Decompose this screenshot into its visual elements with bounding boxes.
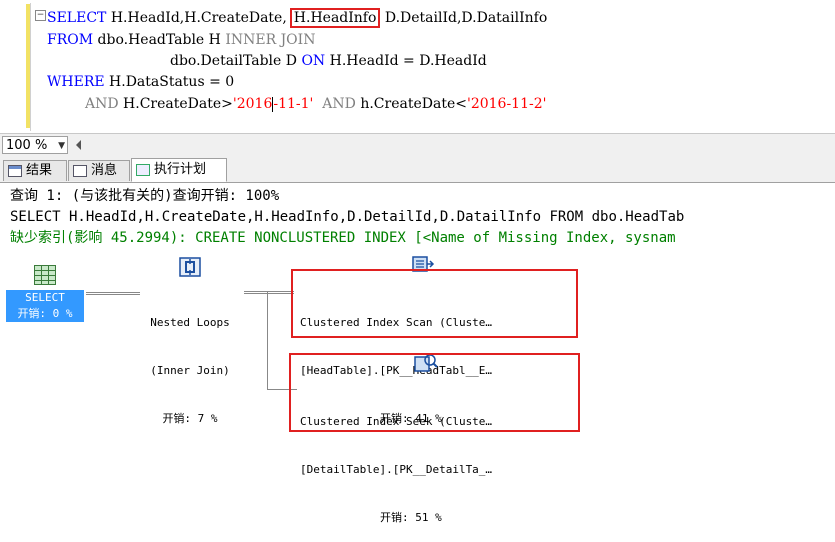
sql-keyword: SELECT (47, 10, 107, 26)
query-sql-text: SELECT H.HeadId,H.CreateDate,H.HeadInfo,… (10, 209, 685, 225)
results-grid-icon (8, 165, 22, 177)
tab-label: 执行计划 (154, 162, 207, 177)
sql-text: H.CreateDate> (118, 96, 233, 112)
plan-node-nested-loops[interactable]: Nested Loops (Inner Join) 开销: 7 % (130, 283, 250, 443)
sql-keyword: INNER JOIN (225, 32, 316, 48)
sql-text: H.DataStatus = 0 (104, 74, 235, 90)
sql-keyword: AND (85, 96, 119, 112)
results-tabs: 结果 消息 执行计划 (0, 158, 835, 183)
highlighted-column: H.HeadInfo (289, 8, 381, 28)
flow-connector (267, 292, 269, 390)
sql-text: D.DetailId,D.DatailInfo (380, 10, 548, 26)
tab-messages[interactable]: 消息 (68, 160, 130, 181)
missing-index-hint[interactable]: 缺少索引(影响 45.2994): CREATE NONCLUSTERED IN… (10, 228, 676, 248)
node-title: Clustered Index Seek (Cluste… (300, 415, 493, 428)
editor-status-bar: 100 % ▼ (0, 133, 835, 159)
tab-execution-plan[interactable]: 执行计划 (131, 158, 227, 182)
execution-plan-icon (136, 164, 150, 176)
zoom-value: 100 % (6, 138, 48, 153)
code-line-1: SELECT H.HeadId,H.CreateDate, H.HeadInfo … (47, 8, 547, 28)
tab-label: 结果 (26, 163, 53, 178)
node-cost: 开销: 51 % (380, 511, 442, 524)
sql-text: dbo.HeadTable H (93, 32, 226, 48)
zoom-select[interactable]: 100 % ▼ (2, 136, 68, 154)
outline-line (30, 3, 31, 131)
code-line-5: AND H.CreateDate>'2016-11-1' AND h.Creat… (85, 94, 546, 114)
plan-node-select[interactable]: SELECT 开销: 0 % (6, 290, 84, 322)
node-subtitle: (Inner Join) (150, 364, 230, 377)
sql-string: '2016-11-2' (466, 96, 547, 112)
sql-string: -11-1' (273, 96, 314, 112)
sql-text: h.CreateDate< (355, 96, 467, 112)
messages-icon (73, 165, 87, 177)
code-line-2: FROM dbo.HeadTable H INNER JOIN (47, 30, 315, 50)
scroll-left-icon[interactable] (76, 140, 81, 150)
node-title: Clustered Index Scan (Cluste… (300, 316, 493, 329)
collapse-icon[interactable]: − (35, 10, 46, 21)
node-title: SELECT (25, 291, 65, 304)
sql-text: H.HeadId,H.CreateDate, (106, 10, 287, 26)
node-title: Nested Loops (150, 316, 230, 329)
chevron-down-icon[interactable]: ▼ (58, 137, 65, 155)
select-table-icon[interactable] (34, 265, 56, 285)
sql-text: H.HeadId = D.HeadId (325, 53, 487, 69)
code-line-4: WHERE H.DataStatus = 0 (47, 72, 234, 92)
node-subtitle: [DetailTable].[PK__DetailTa_… (300, 463, 493, 476)
editor-gutter (0, 0, 28, 133)
nested-loops-icon[interactable] (178, 256, 204, 278)
code-line-3: dbo.DetailTable D ON H.HeadId = D.HeadId (170, 51, 487, 71)
sql-keyword: ON (301, 53, 326, 69)
sql-keyword: FROM (47, 32, 94, 48)
flow-arrow (244, 291, 294, 294)
query-cost-header: 查询 1: (与该批有关的)查询开销: 100% (10, 188, 280, 204)
node-cost: 开销: 7 % (162, 412, 218, 425)
sql-editor[interactable]: − SELECT H.HeadId,H.CreateDate, H.HeadInf… (0, 0, 835, 133)
tab-results[interactable]: 结果 (3, 160, 67, 181)
sql-string: '2016 (232, 96, 273, 112)
sql-keyword: AND (322, 96, 356, 112)
tab-label: 消息 (91, 163, 118, 178)
sql-keyword: WHERE (47, 74, 105, 90)
node-cost: 开销: 0 % (17, 307, 73, 320)
plan-node-index-seek[interactable]: Clustered Index Seek (Cluste… [DetailTab… (300, 382, 570, 542)
sql-text: dbo.DetailTable D (170, 53, 302, 69)
